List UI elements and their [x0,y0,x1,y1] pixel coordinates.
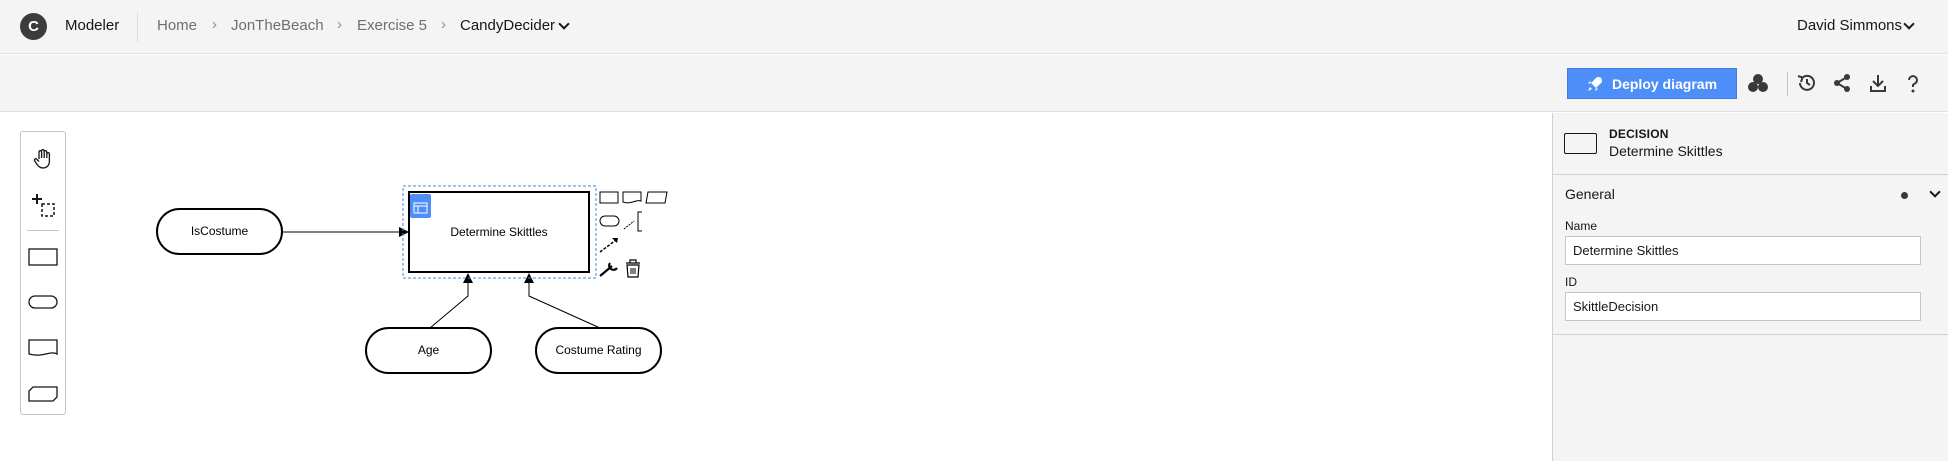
append-business-knowledge-model-icon[interactable] [645,191,668,204]
context-pad [599,191,668,278]
download-icon[interactable] [1863,68,1893,98]
history-icon[interactable] [1792,68,1822,98]
connect-icon[interactable] [599,239,617,253]
append-knowledge-source-icon[interactable] [622,191,642,204]
properties-panel: DECISION Determine Skittles General Name… [1552,113,1948,461]
resources-icon[interactable] [1743,68,1773,98]
toolbar-divider [1787,72,1788,96]
id-field[interactable] [1565,292,1921,321]
user-menu[interactable]: David Simmons [1797,17,1902,34]
name-field[interactable] [1565,236,1921,265]
decision-shape-icon [1564,133,1597,154]
section-modified-dot [1901,192,1908,199]
chevron-down-icon[interactable] [1903,18,1915,30]
rocket-icon [1587,76,1602,91]
element-name: Determine Skittles [1609,143,1723,159]
input-data-label[interactable]: IsCostume [157,224,282,238]
element-type: DECISION [1609,127,1669,141]
append-input-data-icon[interactable] [599,215,620,227]
input-data-label[interactable]: Age [366,343,491,357]
deploy-diagram-label: Deploy diagram [1611,75,1718,92]
properties-header: DECISION Determine Skittles [1553,113,1948,175]
deploy-diagram-button[interactable]: Deploy diagram [1567,68,1737,99]
text-annotation-icon[interactable] [623,220,635,230]
trash-icon[interactable] [626,259,640,278]
general-section: General Name ID [1553,175,1948,335]
diagram-connections [156,185,668,374]
wrench-icon[interactable] [599,262,618,277]
name-field-label: Name [1565,219,1598,233]
information-requirement-connection[interactable] [429,273,473,329]
input-data-label[interactable]: Costume Rating [536,343,661,357]
section-title[interactable]: General [1565,186,1615,202]
append-decision-icon[interactable] [599,191,619,204]
id-field-label: ID [1565,275,1577,289]
share-icon[interactable] [1827,68,1857,98]
help-icon[interactable] [1898,68,1928,98]
chevron-down-icon[interactable] [1929,186,1941,198]
decision-label[interactable]: Determine Skittles [409,225,589,239]
information-requirement-connection[interactable] [524,273,601,329]
